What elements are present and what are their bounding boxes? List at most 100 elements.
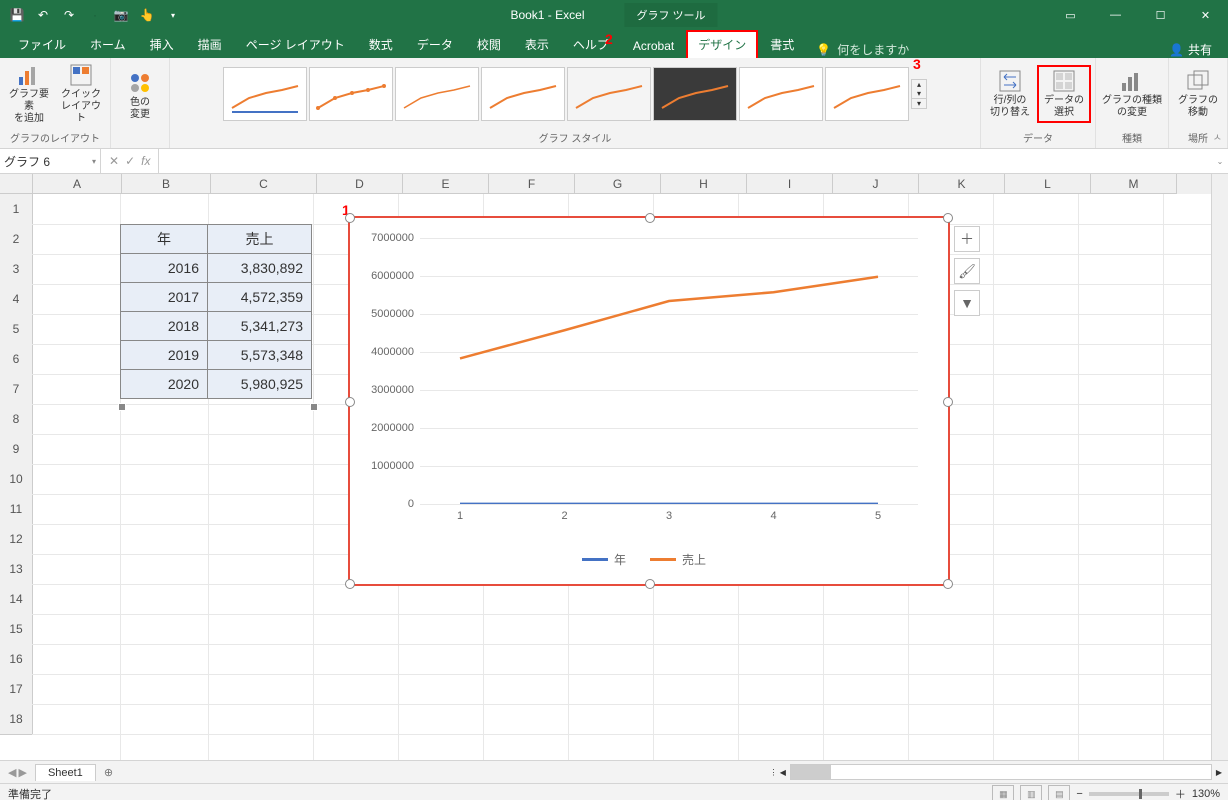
data-table[interactable]: 年 売上 20163,830,892 20174,572,359 20185,3…	[120, 224, 312, 399]
column-header[interactable]: K	[919, 174, 1005, 194]
undo-icon[interactable]: ↶	[32, 4, 54, 26]
style-thumb-3[interactable]	[395, 67, 479, 121]
row-header[interactable]: 12	[0, 524, 33, 555]
add-sheet-button[interactable]: ⊕	[96, 766, 121, 779]
formula-bar[interactable]	[158, 149, 1212, 173]
move-chart-button[interactable]: グラフの 移動	[1173, 67, 1223, 121]
gallery-scroll[interactable]: ▴▾▾	[911, 79, 927, 109]
column-header[interactable]: G	[575, 174, 661, 194]
style-thumb-5[interactable]	[567, 67, 651, 121]
style-thumb-4[interactable]	[481, 67, 565, 121]
tab-pagelayout[interactable]: ページ レイアウト	[234, 30, 357, 58]
table-cell[interactable]: 2019	[121, 341, 208, 370]
resize-handle[interactable]	[645, 213, 655, 223]
chart-legend[interactable]: 年 売上	[360, 551, 928, 568]
row-header[interactable]: 5	[0, 314, 33, 345]
tab-home[interactable]: ホーム	[78, 30, 138, 58]
resize-handle[interactable]	[345, 579, 355, 589]
chart-filters-button[interactable]: ▼	[954, 290, 980, 316]
column-header[interactable]: L	[1005, 174, 1091, 194]
chart-object[interactable]: ＋ 🖌 ▼ 0100000020000003000000400000050000…	[348, 216, 950, 586]
column-header[interactable]: A	[33, 174, 122, 194]
page-break-view-icon[interactable]: ▤	[1048, 785, 1070, 800]
chart-styles-button[interactable]: 🖌	[954, 258, 980, 284]
column-header[interactable]: B	[122, 174, 211, 194]
resize-handle[interactable]	[943, 579, 953, 589]
add-chart-element-button[interactable]: グラフ要素 を追加	[4, 61, 54, 127]
camera-icon[interactable]: 📷	[110, 4, 132, 26]
style-thumb-7[interactable]	[739, 67, 823, 121]
row-header[interactable]: 18	[0, 704, 33, 735]
tell-me[interactable]: 💡 何をしますか	[816, 41, 909, 58]
row-header[interactable]: 16	[0, 644, 33, 675]
row-header[interactable]: 11	[0, 494, 33, 525]
row-header[interactable]: 17	[0, 674, 33, 705]
resize-handle[interactable]	[345, 397, 355, 407]
normal-view-icon[interactable]: ▦	[992, 785, 1014, 800]
save-icon[interactable]: 💾	[6, 4, 28, 26]
change-colors-button[interactable]: 色の 変更	[115, 69, 165, 123]
table-cell[interactable]: 4,572,359	[208, 283, 312, 312]
tab-insert[interactable]: 挿入	[138, 30, 186, 58]
column-header[interactable]: E	[403, 174, 489, 194]
row-header[interactable]: 10	[0, 464, 33, 495]
row-header[interactable]: 9	[0, 434, 33, 465]
chart-styles-gallery[interactable]: ▴▾▾	[223, 60, 927, 128]
table-header-sales[interactable]: 売上	[208, 225, 312, 254]
table-header-year[interactable]: 年	[121, 225, 208, 254]
tab-formulas[interactable]: 数式	[357, 30, 405, 58]
resize-handle[interactable]	[943, 213, 953, 223]
column-header[interactable]: J	[833, 174, 919, 194]
cancel-formula-icon[interactable]: ✕	[109, 154, 119, 168]
zoom-level[interactable]: 130%	[1192, 788, 1220, 800]
touch-icon[interactable]: 👆	[136, 4, 158, 26]
sheet-tab[interactable]: Sheet1	[35, 764, 96, 781]
tab-data[interactable]: データ	[405, 30, 465, 58]
change-chart-type-button[interactable]: グラフの種類 の変更	[1100, 67, 1164, 121]
horizontal-scrollbar[interactable]: ⋮ ◀ ▶	[121, 764, 1228, 780]
resize-handle[interactable]	[345, 213, 355, 223]
selection-handle[interactable]	[310, 403, 318, 411]
table-cell[interactable]: 2016	[121, 254, 208, 283]
table-cell[interactable]: 5,573,348	[208, 341, 312, 370]
row-header[interactable]: 1	[0, 194, 33, 225]
expand-formula-bar-icon[interactable]: ⌄	[1212, 157, 1228, 166]
quick-layout-button[interactable]: クイック レイアウト	[56, 61, 106, 127]
column-header[interactable]: D	[317, 174, 403, 194]
page-layout-view-icon[interactable]: ▥	[1020, 785, 1042, 800]
column-header[interactable]: I	[747, 174, 833, 194]
table-cell[interactable]: 5,980,925	[208, 370, 312, 399]
tab-draw[interactable]: 描画	[186, 30, 234, 58]
name-box[interactable]: グラフ 6 ▾	[0, 149, 101, 173]
table-cell[interactable]: 3,830,892	[208, 254, 312, 283]
tab-view[interactable]: 表示	[513, 30, 561, 58]
collapse-ribbon-icon[interactable]: ㅅ	[1213, 129, 1222, 144]
chart-plot-area[interactable]: 0100000020000003000000400000050000006000…	[420, 238, 918, 504]
worksheet-grid[interactable]: ABCDEFGHIJKLM 12345678910111213141516171…	[0, 174, 1228, 760]
selection-handle[interactable]	[118, 403, 126, 411]
zoom-out-icon[interactable]: −	[1076, 788, 1082, 800]
style-thumb-1[interactable]	[223, 67, 307, 121]
fx-icon[interactable]: fx	[141, 154, 150, 168]
style-thumb-2[interactable]	[309, 67, 393, 121]
column-header[interactable]: M	[1091, 174, 1177, 194]
row-header[interactable]: 6	[0, 344, 33, 375]
row-header[interactable]: 7	[0, 374, 33, 405]
row-header[interactable]: 14	[0, 584, 33, 615]
close-icon[interactable]: ✕	[1183, 0, 1228, 30]
share-button[interactable]: 👤 共有	[1159, 41, 1222, 58]
row-header[interactable]: 4	[0, 284, 33, 315]
row-header[interactable]: 15	[0, 614, 33, 645]
enter-formula-icon[interactable]: ✓	[125, 154, 135, 168]
sheet-nav-prev-icon[interactable]: ◀	[8, 766, 16, 779]
row-header[interactable]: 2	[0, 224, 33, 255]
select-data-button[interactable]: データの 選択	[1037, 65, 1091, 123]
table-cell[interactable]: 2020	[121, 370, 208, 399]
maximize-icon[interactable]: ☐	[1138, 0, 1183, 30]
column-header[interactable]: F	[489, 174, 575, 194]
zoom-slider[interactable]	[1089, 792, 1169, 796]
minimize-icon[interactable]: —	[1093, 0, 1138, 30]
style-thumb-8[interactable]	[825, 67, 909, 121]
chart-elements-button[interactable]: ＋	[954, 226, 980, 252]
redo-icon[interactable]: ↷	[58, 4, 80, 26]
